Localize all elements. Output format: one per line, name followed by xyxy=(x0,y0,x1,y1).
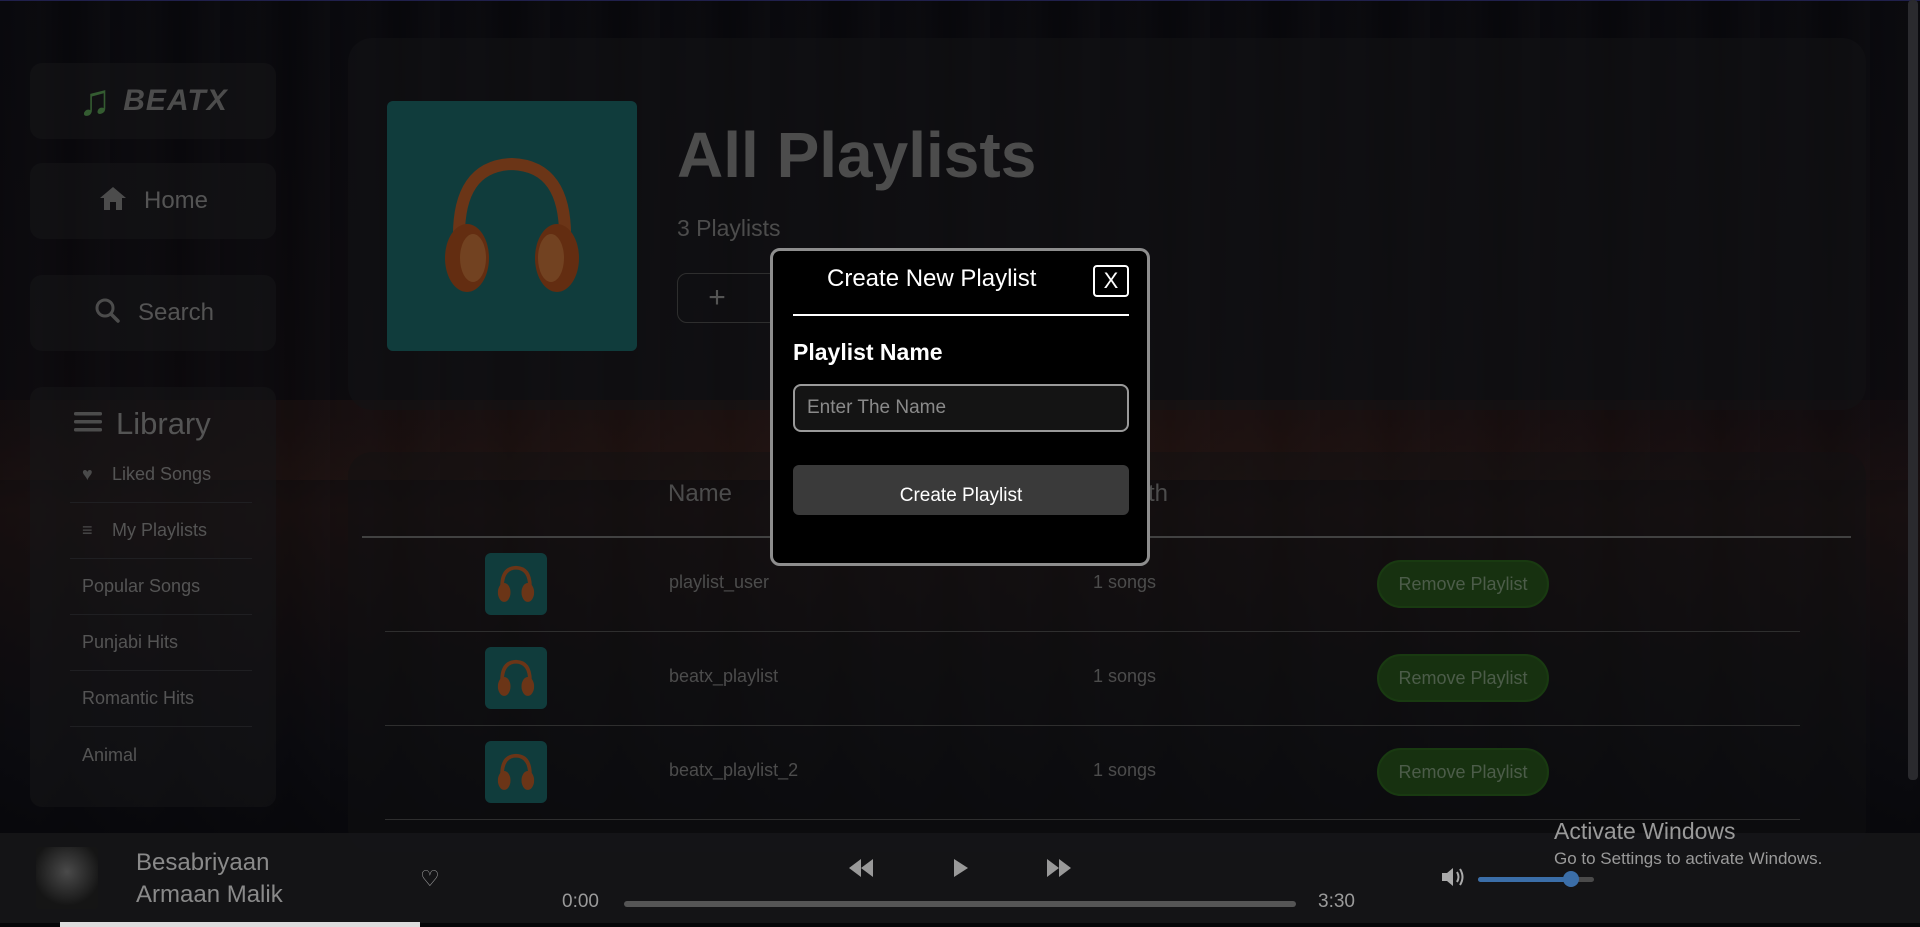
like-heart-icon[interactable]: ♡ xyxy=(420,866,440,892)
activate-subtitle: Go to Settings to activate Windows. xyxy=(1554,849,1823,868)
page-scrollbar[interactable] xyxy=(1908,0,1918,780)
playlist-name-label: Playlist Name xyxy=(793,339,943,365)
now-playing-artist: Armaan Malik xyxy=(136,881,283,908)
playlist-name-input[interactable] xyxy=(793,384,1129,432)
progress-bar[interactable] xyxy=(624,901,1296,907)
activate-windows-watermark: Activate Windows Go to Settings to activ… xyxy=(1554,818,1822,869)
modal-title: Create New Playlist xyxy=(827,265,1037,292)
taskbar-strip xyxy=(60,922,420,927)
volume-icon[interactable] xyxy=(1440,866,1466,894)
current-time: 0:00 xyxy=(562,891,599,912)
play-icon[interactable] xyxy=(952,855,970,886)
volume-knob[interactable] xyxy=(1562,871,1579,887)
modal-divider xyxy=(793,314,1129,316)
album-art xyxy=(36,847,98,909)
create-playlist-modal: Create New Playlist X Playlist Name Crea… xyxy=(770,248,1150,566)
close-button[interactable]: X xyxy=(1093,265,1129,297)
volume-fill xyxy=(1478,877,1571,882)
total-time: 3:30 xyxy=(1318,891,1355,912)
activate-title: Activate Windows xyxy=(1554,818,1736,844)
create-playlist-button[interactable]: Create Playlist xyxy=(793,465,1129,515)
previous-icon[interactable] xyxy=(848,855,874,886)
now-playing-title: Besabriyaan xyxy=(136,849,270,876)
next-icon[interactable] xyxy=(1046,855,1072,886)
